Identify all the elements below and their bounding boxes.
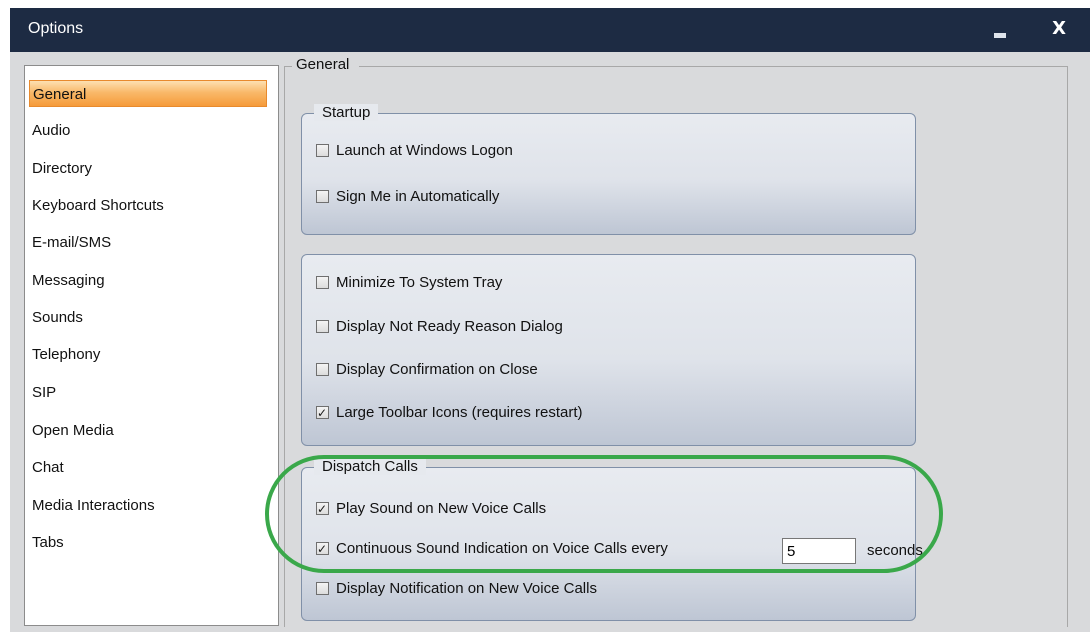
notification-new-calls-checkbox[interactable]: Display Notification on New Voice Calls (316, 578, 597, 600)
launch-at-logon-checkbox[interactable]: Launch at Windows Logon (316, 140, 513, 162)
checkbox-icon[interactable] (316, 320, 329, 333)
title-bar[interactable]: Options X (10, 8, 1090, 52)
highlight-annotation (265, 455, 943, 573)
nav-item-email-sms[interactable]: E-mail/SMS (29, 229, 270, 256)
nav-item-messaging[interactable]: Messaging (29, 267, 270, 294)
nav-item-audio[interactable]: Audio (29, 117, 270, 144)
nav-item-general[interactable]: General (29, 80, 267, 107)
confirmation-on-close-checkbox[interactable]: Display Confirmation on Close (316, 359, 538, 381)
checkbox-checked-icon[interactable] (316, 402, 329, 424)
checkbox-icon[interactable] (316, 144, 329, 157)
nav-item-telephony[interactable]: Telephony (29, 341, 270, 368)
startup-legend: Startup (314, 104, 379, 121)
startup-group: Startup Launch at Windows Logon Sign Me … (301, 104, 916, 235)
nav-item-media-interactions[interactable]: Media Interactions (29, 492, 270, 519)
checkbox-icon[interactable] (316, 363, 329, 376)
large-toolbar-icons-checkbox[interactable]: Large Toolbar Icons (requires restart) (316, 402, 583, 424)
minimize-to-tray-checkbox[interactable]: Minimize To System Tray (316, 272, 502, 294)
checkbox-icon[interactable] (316, 190, 329, 203)
nav-item-chat[interactable]: Chat (29, 454, 270, 481)
general-legend: General (292, 56, 360, 73)
sign-in-automatically-checkbox[interactable]: Sign Me in Automatically (316, 186, 499, 208)
close-button[interactable]: X (1052, 18, 1066, 39)
nav-item-sip[interactable]: SIP (29, 379, 270, 406)
nav-item-open-media[interactable]: Open Media (29, 417, 270, 444)
nav-item-directory[interactable]: Directory (29, 155, 270, 182)
minimize-icon[interactable] (994, 33, 1006, 38)
category-list[interactable]: General Audio Directory Keyboard Shortcu… (24, 65, 279, 626)
nav-item-keyboard-shortcuts[interactable]: Keyboard Shortcuts (29, 192, 270, 219)
nav-item-tabs[interactable]: Tabs (29, 529, 270, 556)
nav-item-sounds[interactable]: Sounds (29, 304, 270, 331)
display-options-group: Minimize To System Tray Display Not Read… (301, 254, 916, 446)
checkbox-icon[interactable] (316, 582, 329, 595)
checkbox-icon[interactable] (316, 276, 329, 289)
window-title: Options (28, 20, 84, 37)
not-ready-reason-checkbox[interactable]: Display Not Ready Reason Dialog (316, 316, 563, 338)
